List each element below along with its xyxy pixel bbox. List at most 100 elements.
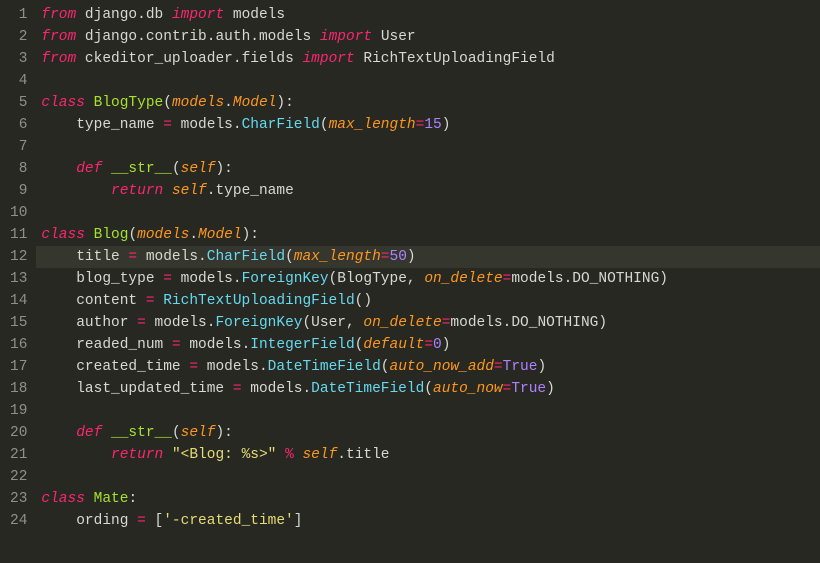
token-pln [41,447,111,463]
code-line-content: last_updated_time = models.DateTimeField… [41,381,554,397]
token-pln [102,161,111,177]
line-number-gutter: 123456789101112131415161718192021222324 [0,0,41,563]
token-arg: on_delete [424,271,502,287]
code-line[interactable] [41,466,668,488]
code-line[interactable] [41,70,668,92]
code-line[interactable]: last_updated_time = models.DateTimeField… [41,378,668,400]
token-cls: __str__ [111,425,172,441]
code-area[interactable]: from django.db import models from django.… [41,0,668,563]
line-number: 9 [10,180,27,202]
token-pln [41,183,111,199]
line-number: 15 [10,312,27,334]
token-num: 15 [424,117,441,133]
token-pln: ): [215,161,232,177]
token-op: = [416,117,425,133]
token-op: = [137,513,146,529]
token-arg: models [137,227,189,243]
token-pln: . [233,117,242,133]
line-number: 6 [10,114,27,136]
token-pln: models [224,7,285,23]
code-line[interactable] [41,400,668,422]
token-pln: ( [172,425,181,441]
code-line[interactable]: author = models.ForeignKey(User, on_dele… [41,312,668,334]
token-pln: RichTextUploadingField [355,51,555,67]
line-number: 23 [10,488,27,510]
code-line[interactable]: title = models.CharField(max_length=50) [41,246,668,268]
token-num: True [511,381,546,397]
code-line[interactable]: blog_type = models.ForeignKey(BlogType, … [41,268,668,290]
line-number: 24 [10,510,27,532]
token-arg: self [172,183,207,199]
token-pln: auth [215,29,250,45]
code-line-content: from django.db import models [41,7,285,23]
line-number: 1 [10,4,27,26]
token-cls: Blog [94,227,129,243]
code-line-content: class Blog(models.Model): [41,227,259,243]
token-pln: , [407,271,424,287]
code-line[interactable] [41,136,668,158]
code-line[interactable]: type_name = models.CharField(max_length=… [41,114,668,136]
token-pln: last_updated_time [41,381,232,397]
code-line[interactable]: from ckeditor_uploader.fields import Ric… [41,48,668,70]
token-fn: DateTimeField [311,381,424,397]
line-number: 8 [10,158,27,180]
token-pln: . [259,359,268,375]
token-kw: import [172,7,224,23]
token-arg: self [181,161,216,177]
token-arg: Model [198,227,242,243]
token-arg: on_delete [363,315,441,331]
code-editor[interactable]: 123456789101112131415161718192021222324 … [0,0,820,563]
token-kw: from [41,51,76,67]
token-pln: title [41,249,128,265]
code-line[interactable]: content = RichTextUploadingField() [41,290,668,312]
code-line[interactable]: def __str__(self): [41,422,668,444]
code-line[interactable]: def __str__(self): [41,158,668,180]
code-line[interactable] [41,202,668,224]
code-line[interactable]: class Mate: [41,488,668,510]
code-line[interactable]: created_time = models.DateTimeField(auto… [41,356,668,378]
token-pln: ) [537,359,546,375]
code-line[interactable]: readed_num = models.IntegerField(default… [41,334,668,356]
token-op: = [381,249,390,265]
line-number: 11 [10,224,27,246]
token-op: = [233,381,242,397]
token-kw: from [41,29,76,45]
token-pln: ): [242,227,259,243]
code-line[interactable]: class BlogType(models.Model): [41,92,668,114]
code-line-content: class Mate: [41,491,137,507]
token-pln: ) [598,315,607,331]
token-pln: ( [285,249,294,265]
code-line[interactable]: return "<Blog: %s>" % self.title [41,444,668,466]
token-pln: . [233,51,242,67]
token-pln: (User [302,315,346,331]
line-number: 20 [10,422,27,444]
line-number: 17 [10,356,27,378]
line-number: 3 [10,48,27,70]
token-pln: models [198,359,259,375]
code-line[interactable]: from django.db import models [41,4,668,26]
token-pln: . [564,271,573,287]
code-line[interactable]: from django.contrib.auth.models import U… [41,26,668,48]
token-pln: . [242,337,251,353]
token-pln: models [172,271,233,287]
token-pln [163,183,172,199]
token-str: "<Blog: %s>" [172,447,276,463]
token-kw: def [76,425,102,441]
code-line[interactable]: return self.type_name [41,180,668,202]
code-line[interactable]: class Blog(models.Model): [41,224,668,246]
line-number: 13 [10,268,27,290]
line-number: 19 [10,400,27,422]
token-pln: models [181,337,242,353]
token-pln: django [76,29,137,45]
code-line[interactable]: ording = ['-created_time'] [41,510,668,532]
token-pln: contrib [146,29,207,45]
code-line-content: author = models.ForeignKey(User, on_dele… [41,315,607,331]
code-line-content: title = models.CharField(max_length=50) [41,249,415,265]
token-fn: ForeignKey [242,271,329,287]
token-arg: Model [233,95,277,111]
token-pln: ckeditor_uploader [76,51,233,67]
token-pln: . [250,29,259,45]
line-number: 7 [10,136,27,158]
token-pln: type_name [41,117,163,133]
code-line-content: def __str__(self): [41,161,232,177]
